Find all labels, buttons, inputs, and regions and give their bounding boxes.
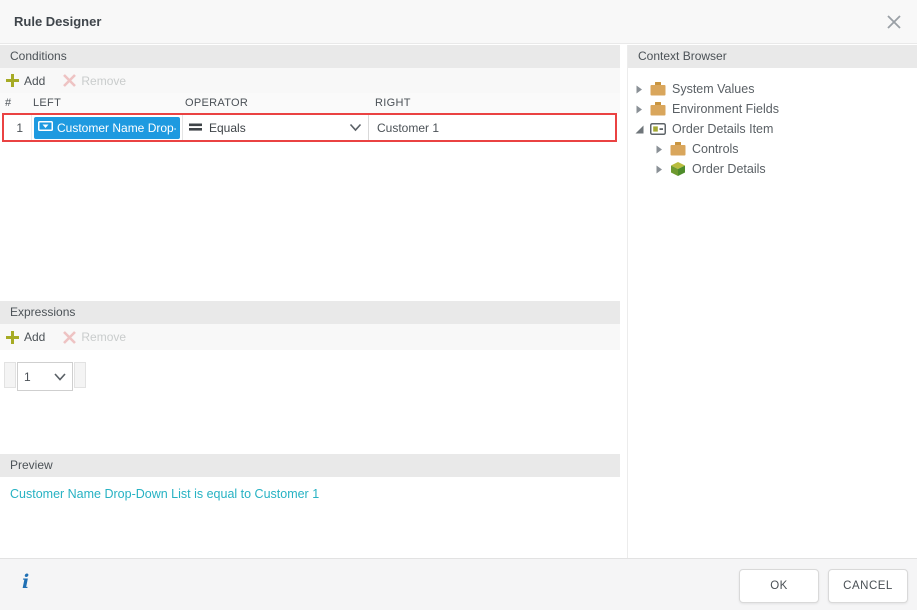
chevron-expanded-icon[interactable] bbox=[634, 125, 644, 134]
conditions-add-button[interactable]: Add bbox=[6, 74, 45, 88]
expression-handle-left[interactable] bbox=[4, 362, 16, 388]
left-operand-label: Customer Name Drop-Down List bbox=[57, 121, 176, 135]
column-header-left: LEFT bbox=[30, 93, 180, 113]
folder-icon bbox=[650, 102, 666, 116]
tree-item-system-values[interactable]: System Values bbox=[628, 79, 917, 99]
folder-icon bbox=[670, 142, 686, 156]
conditions-remove-button[interactable]: Remove bbox=[63, 74, 126, 88]
dialog-footer: i OK CANCEL bbox=[0, 558, 917, 610]
column-header-operator: OPERATOR bbox=[180, 93, 370, 113]
expressions-toolbar: Add Remove bbox=[0, 324, 620, 350]
chevron-down-icon bbox=[54, 370, 66, 384]
right-operand-value: Customer 1 bbox=[377, 121, 439, 135]
preview-section-header: Preview bbox=[0, 454, 620, 477]
chevron-down-icon bbox=[349, 121, 362, 135]
condition-row[interactable]: 1 Customer Name Drop-Down List Equals bbox=[2, 113, 617, 142]
expression-order-select[interactable]: 1 bbox=[17, 362, 73, 391]
expression-order-value: 1 bbox=[24, 370, 46, 384]
list-item-icon bbox=[650, 121, 666, 137]
context-browser-header: Context Browser bbox=[628, 45, 917, 68]
conditions-section-header: Conditions bbox=[0, 45, 620, 68]
column-header-right: RIGHT bbox=[370, 93, 620, 113]
tree-item-order-details[interactable]: Order Details bbox=[628, 159, 917, 179]
expressions-section-header: Expressions bbox=[0, 301, 620, 324]
operator-select[interactable]: Equals bbox=[182, 115, 369, 140]
dropdown-list-icon bbox=[38, 120, 53, 135]
cube-icon bbox=[670, 161, 686, 177]
folder-icon bbox=[650, 82, 666, 96]
expressions-add-button[interactable]: Add bbox=[6, 330, 45, 344]
plus-icon bbox=[6, 74, 19, 87]
conditions-toolbar: Add Remove bbox=[0, 68, 620, 93]
tree-item-order-details-item[interactable]: Order Details Item bbox=[628, 119, 917, 139]
cancel-button[interactable]: CANCEL bbox=[828, 569, 908, 603]
tree-item-controls[interactable]: Controls bbox=[628, 139, 917, 159]
condition-row-number: 1 bbox=[4, 115, 32, 140]
close-icon[interactable] bbox=[883, 11, 905, 33]
column-header-num: # bbox=[0, 93, 30, 113]
conditions-table-header: # LEFT OPERATOR RIGHT bbox=[0, 93, 620, 113]
right-operand-field[interactable]: Customer 1 bbox=[369, 115, 615, 140]
info-icon[interactable]: i bbox=[22, 571, 29, 593]
expressions-remove-button[interactable]: Remove bbox=[63, 330, 126, 344]
expression-handle-right[interactable] bbox=[74, 362, 86, 388]
chevron-right-icon[interactable] bbox=[634, 105, 644, 114]
ok-button[interactable]: OK bbox=[739, 569, 819, 603]
rule-preview-text: Customer Name Drop-Down List is equal to… bbox=[10, 487, 319, 501]
left-operand-token[interactable]: Customer Name Drop-Down List bbox=[34, 117, 180, 139]
plus-icon bbox=[6, 331, 19, 344]
dialog-titlebar: Rule Designer bbox=[0, 0, 917, 44]
rule-designer-dialog: Rule Designer Conditions Context Browser… bbox=[0, 0, 917, 610]
operator-label: Equals bbox=[209, 121, 343, 135]
expression-row: 1 bbox=[4, 362, 86, 391]
x-icon bbox=[63, 331, 76, 344]
tree-item-environment-fields[interactable]: Environment Fields bbox=[628, 99, 917, 119]
chevron-right-icon[interactable] bbox=[654, 145, 664, 154]
chevron-right-icon[interactable] bbox=[654, 165, 664, 174]
dialog-title: Rule Designer bbox=[14, 14, 101, 29]
x-icon bbox=[63, 74, 76, 87]
chevron-right-icon[interactable] bbox=[634, 85, 644, 94]
context-browser-tree: System Values Environment Fields Order D… bbox=[628, 79, 917, 179]
equals-icon bbox=[189, 121, 203, 135]
